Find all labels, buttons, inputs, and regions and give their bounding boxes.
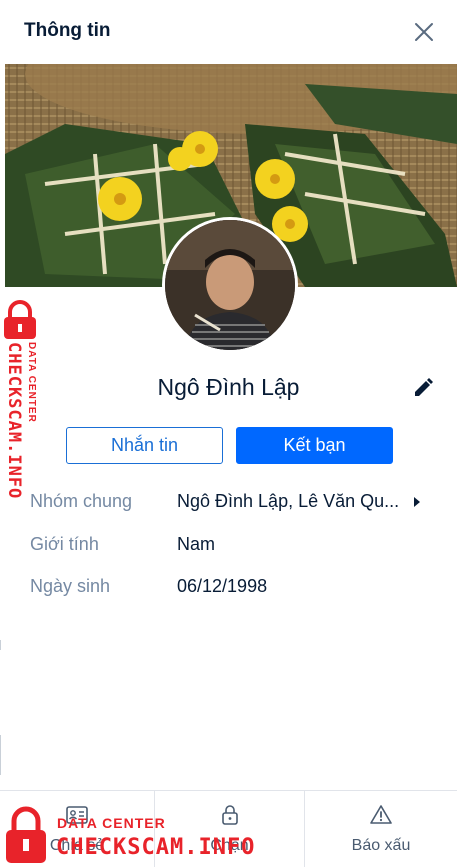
- avatar-photo: [165, 220, 295, 350]
- watermark-side: DATA CENTER CHECKSCAM.INFO: [0, 300, 50, 520]
- edit-name-icon[interactable]: [411, 376, 435, 400]
- modal-title: Thông tin: [24, 20, 111, 41]
- watermark-side-small: DATA CENTER: [26, 342, 37, 423]
- birthday-label: Ngày sinh: [30, 576, 111, 596]
- watermark-bottom: DATA CENTER CHECKSCAM.INFO: [0, 805, 290, 867]
- watermark-lock-icon: [6, 806, 46, 863]
- background-edge: [0, 735, 4, 775]
- report-button[interactable]: Báo xấu: [305, 791, 457, 867]
- add-friend-button[interactable]: Kết bạn: [236, 427, 393, 464]
- modal-header: Thông tin: [0, 0, 457, 64]
- avatar[interactable]: [162, 217, 298, 353]
- info-row-gender: Giới tính Nam: [0, 530, 457, 560]
- chevron-right-icon[interactable]: [412, 496, 422, 508]
- common-groups-value[interactable]: Ngô Đình Lập, Lê Văn Qu...: [177, 491, 399, 512]
- info-row-common-groups[interactable]: Nhóm chung Ngô Đình Lập, Lê Văn Qu...: [0, 487, 457, 517]
- watermark-bottom-small: DATA CENTER: [57, 815, 166, 831]
- warning-icon: [370, 805, 392, 824]
- background-edge: [0, 640, 4, 650]
- birthday-value: 06/12/1998: [177, 576, 268, 596]
- report-label: Báo xấu: [351, 837, 411, 854]
- info-row-birthday: Ngày sinh 06/12/1998: [0, 572, 457, 602]
- message-button[interactable]: Nhắn tin: [66, 427, 223, 464]
- watermark-bottom-main: CHECKSCAM.INFO: [56, 835, 256, 860]
- profile-name: Ngô Đình Lập: [157, 374, 300, 400]
- gender-label: Giới tính: [30, 534, 99, 554]
- close-icon[interactable]: [408, 16, 440, 48]
- profile-info-modal: Thông tin Ngô Đình Lập Nhắn tin Kết bạn …: [0, 0, 457, 867]
- watermark-side-main: CHECKSCAM.INFO: [4, 342, 24, 500]
- gender-value: Nam: [177, 534, 216, 554]
